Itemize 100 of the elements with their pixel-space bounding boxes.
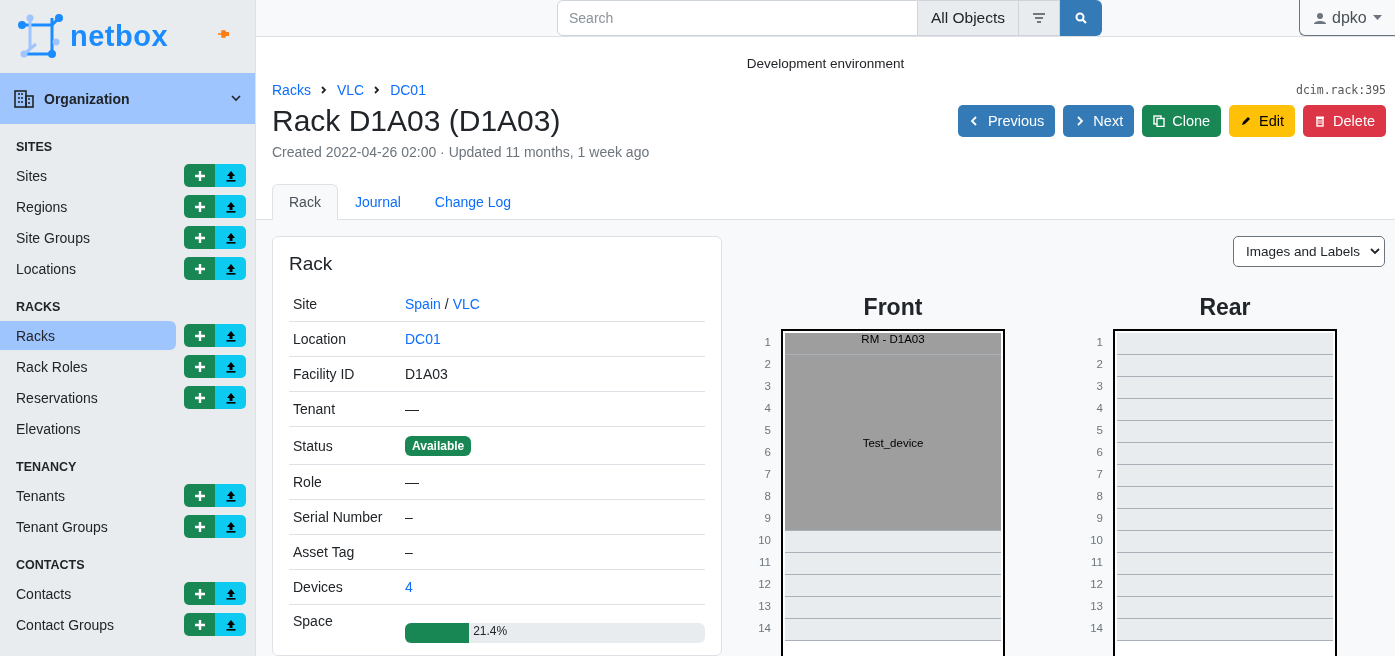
sidebar-item[interactable]: Sites bbox=[0, 161, 176, 190]
import-button[interactable] bbox=[215, 613, 246, 636]
import-button[interactable] bbox=[215, 386, 246, 409]
sidebar-item[interactable]: Regions bbox=[0, 192, 176, 221]
upload-icon bbox=[224, 618, 237, 631]
user-menu-button[interactable]: dpko bbox=[1299, 0, 1395, 36]
field-link[interactable]: 4 bbox=[405, 579, 413, 595]
sidebar-item[interactable]: Contacts bbox=[0, 579, 176, 608]
field-link[interactable]: VLC bbox=[452, 296, 480, 312]
tab[interactable]: Journal bbox=[337, 184, 418, 220]
add-button[interactable] bbox=[184, 226, 215, 249]
plus-icon bbox=[193, 587, 206, 600]
import-button[interactable] bbox=[215, 226, 246, 249]
field-label: Tenant bbox=[292, 401, 337, 417]
unit-number: 5 bbox=[763, 423, 772, 438]
unit-number: 7 bbox=[763, 467, 772, 482]
plus-icon bbox=[193, 329, 206, 342]
add-button[interactable] bbox=[184, 257, 215, 280]
sidebar-item[interactable]: Rack Roles bbox=[0, 352, 176, 381]
sidebar-item[interactable]: Site Groups bbox=[0, 223, 176, 252]
add-button[interactable] bbox=[184, 613, 215, 636]
tab[interactable]: Rack bbox=[272, 184, 338, 220]
delete-button[interactable]: Delete bbox=[1303, 105, 1386, 137]
unit-number: 9 bbox=[763, 511, 772, 526]
add-button[interactable] bbox=[184, 355, 215, 378]
add-button[interactable] bbox=[184, 484, 215, 507]
field-link[interactable]: Spain bbox=[405, 296, 441, 312]
import-button[interactable] bbox=[215, 195, 246, 218]
unit-number: 1 bbox=[763, 335, 772, 350]
upload-icon bbox=[224, 520, 237, 533]
import-button[interactable] bbox=[215, 355, 246, 378]
field-label: Devices bbox=[292, 579, 344, 595]
field-value: – bbox=[405, 544, 413, 560]
sidebar-item[interactable]: Contact Groups bbox=[0, 610, 176, 639]
add-button[interactable] bbox=[184, 195, 215, 218]
sidebar-item[interactable]: Tenants bbox=[0, 481, 176, 510]
add-button[interactable] bbox=[184, 324, 215, 347]
display-mode-select[interactable]: Images and Labels bbox=[1232, 236, 1385, 267]
section-heading: CONTACTS bbox=[15, 557, 86, 574]
separator: / bbox=[444, 296, 449, 312]
import-button[interactable] bbox=[215, 257, 246, 280]
section-heading: RACKS bbox=[15, 299, 62, 316]
breadcrumb-link[interactable]: VLC bbox=[336, 82, 365, 98]
scope-dropdown[interactable]: All Objects bbox=[918, 0, 1019, 36]
import-button[interactable] bbox=[215, 324, 246, 347]
add-button[interactable] bbox=[184, 582, 215, 605]
filter-icon bbox=[1033, 13, 1045, 23]
clone-button[interactable]: Clone bbox=[1142, 105, 1222, 137]
upload-icon bbox=[224, 391, 237, 404]
upload-icon bbox=[224, 262, 237, 275]
next-button[interactable]: Next bbox=[1063, 105, 1135, 137]
unit-number: 12 bbox=[1089, 577, 1104, 592]
tab[interactable]: Change Log bbox=[417, 184, 529, 220]
add-button[interactable] bbox=[184, 164, 215, 187]
device-block[interactable]: RM - D1A03 bbox=[785, 333, 1001, 355]
previous-button[interactable]: Previous bbox=[957, 105, 1056, 137]
search-button[interactable] bbox=[1060, 0, 1102, 36]
unit-number: 14 bbox=[757, 621, 772, 636]
field-value: – bbox=[405, 509, 413, 525]
sidebar-item[interactable]: Elevations bbox=[0, 414, 176, 443]
add-button[interactable] bbox=[184, 515, 215, 538]
elevation-title: Rear bbox=[1198, 294, 1252, 321]
field-label: Role bbox=[292, 474, 323, 490]
breadcrumb-link[interactable]: Racks bbox=[272, 82, 311, 98]
sidebar-item[interactable]: Locations bbox=[0, 254, 176, 283]
sidebar-item[interactable]: Tenant Groups bbox=[0, 512, 176, 541]
sidebar-item[interactable]: Reservations bbox=[0, 383, 176, 412]
edit-button[interactable]: Edit bbox=[1229, 105, 1296, 137]
field-label: Site bbox=[292, 296, 319, 312]
import-button[interactable] bbox=[215, 164, 246, 187]
add-button[interactable] bbox=[184, 386, 215, 409]
unit-number: 10 bbox=[757, 533, 772, 548]
import-button[interactable] bbox=[215, 484, 246, 507]
user-icon bbox=[1314, 11, 1326, 24]
import-button[interactable] bbox=[215, 582, 246, 605]
chevron-right-icon bbox=[374, 86, 381, 94]
plus-icon bbox=[193, 262, 206, 275]
search-field[interactable]: Search bbox=[557, 0, 918, 36]
breadcrumb-link[interactable]: DC01 bbox=[390, 82, 426, 98]
unit-number: 2 bbox=[1095, 357, 1104, 372]
section-heading: SITES bbox=[15, 139, 54, 156]
status-badge: Available bbox=[405, 435, 472, 456]
elevation-title: Front bbox=[862, 294, 924, 321]
unit-number: 4 bbox=[1095, 401, 1104, 416]
filter-button[interactable] bbox=[1019, 0, 1060, 36]
menu-header[interactable]: Organization bbox=[0, 73, 255, 124]
field-link[interactable]: DC01 bbox=[405, 331, 441, 347]
field-value: D1A03 bbox=[405, 366, 448, 382]
import-button[interactable] bbox=[215, 515, 246, 538]
field-value: — bbox=[405, 401, 419, 417]
device-block[interactable]: Test_device bbox=[785, 355, 1001, 531]
unit-number: 5 bbox=[1095, 423, 1104, 438]
unit-number: 9 bbox=[1095, 511, 1104, 526]
sidebar-item[interactable]: Racks bbox=[0, 321, 176, 350]
chevron-right-icon bbox=[320, 86, 327, 94]
upload-icon bbox=[224, 200, 237, 213]
pencil-icon bbox=[1240, 115, 1253, 127]
logo-icon bbox=[16, 13, 64, 60]
unit-number: 14 bbox=[1089, 621, 1104, 636]
search-icon bbox=[1075, 12, 1087, 24]
